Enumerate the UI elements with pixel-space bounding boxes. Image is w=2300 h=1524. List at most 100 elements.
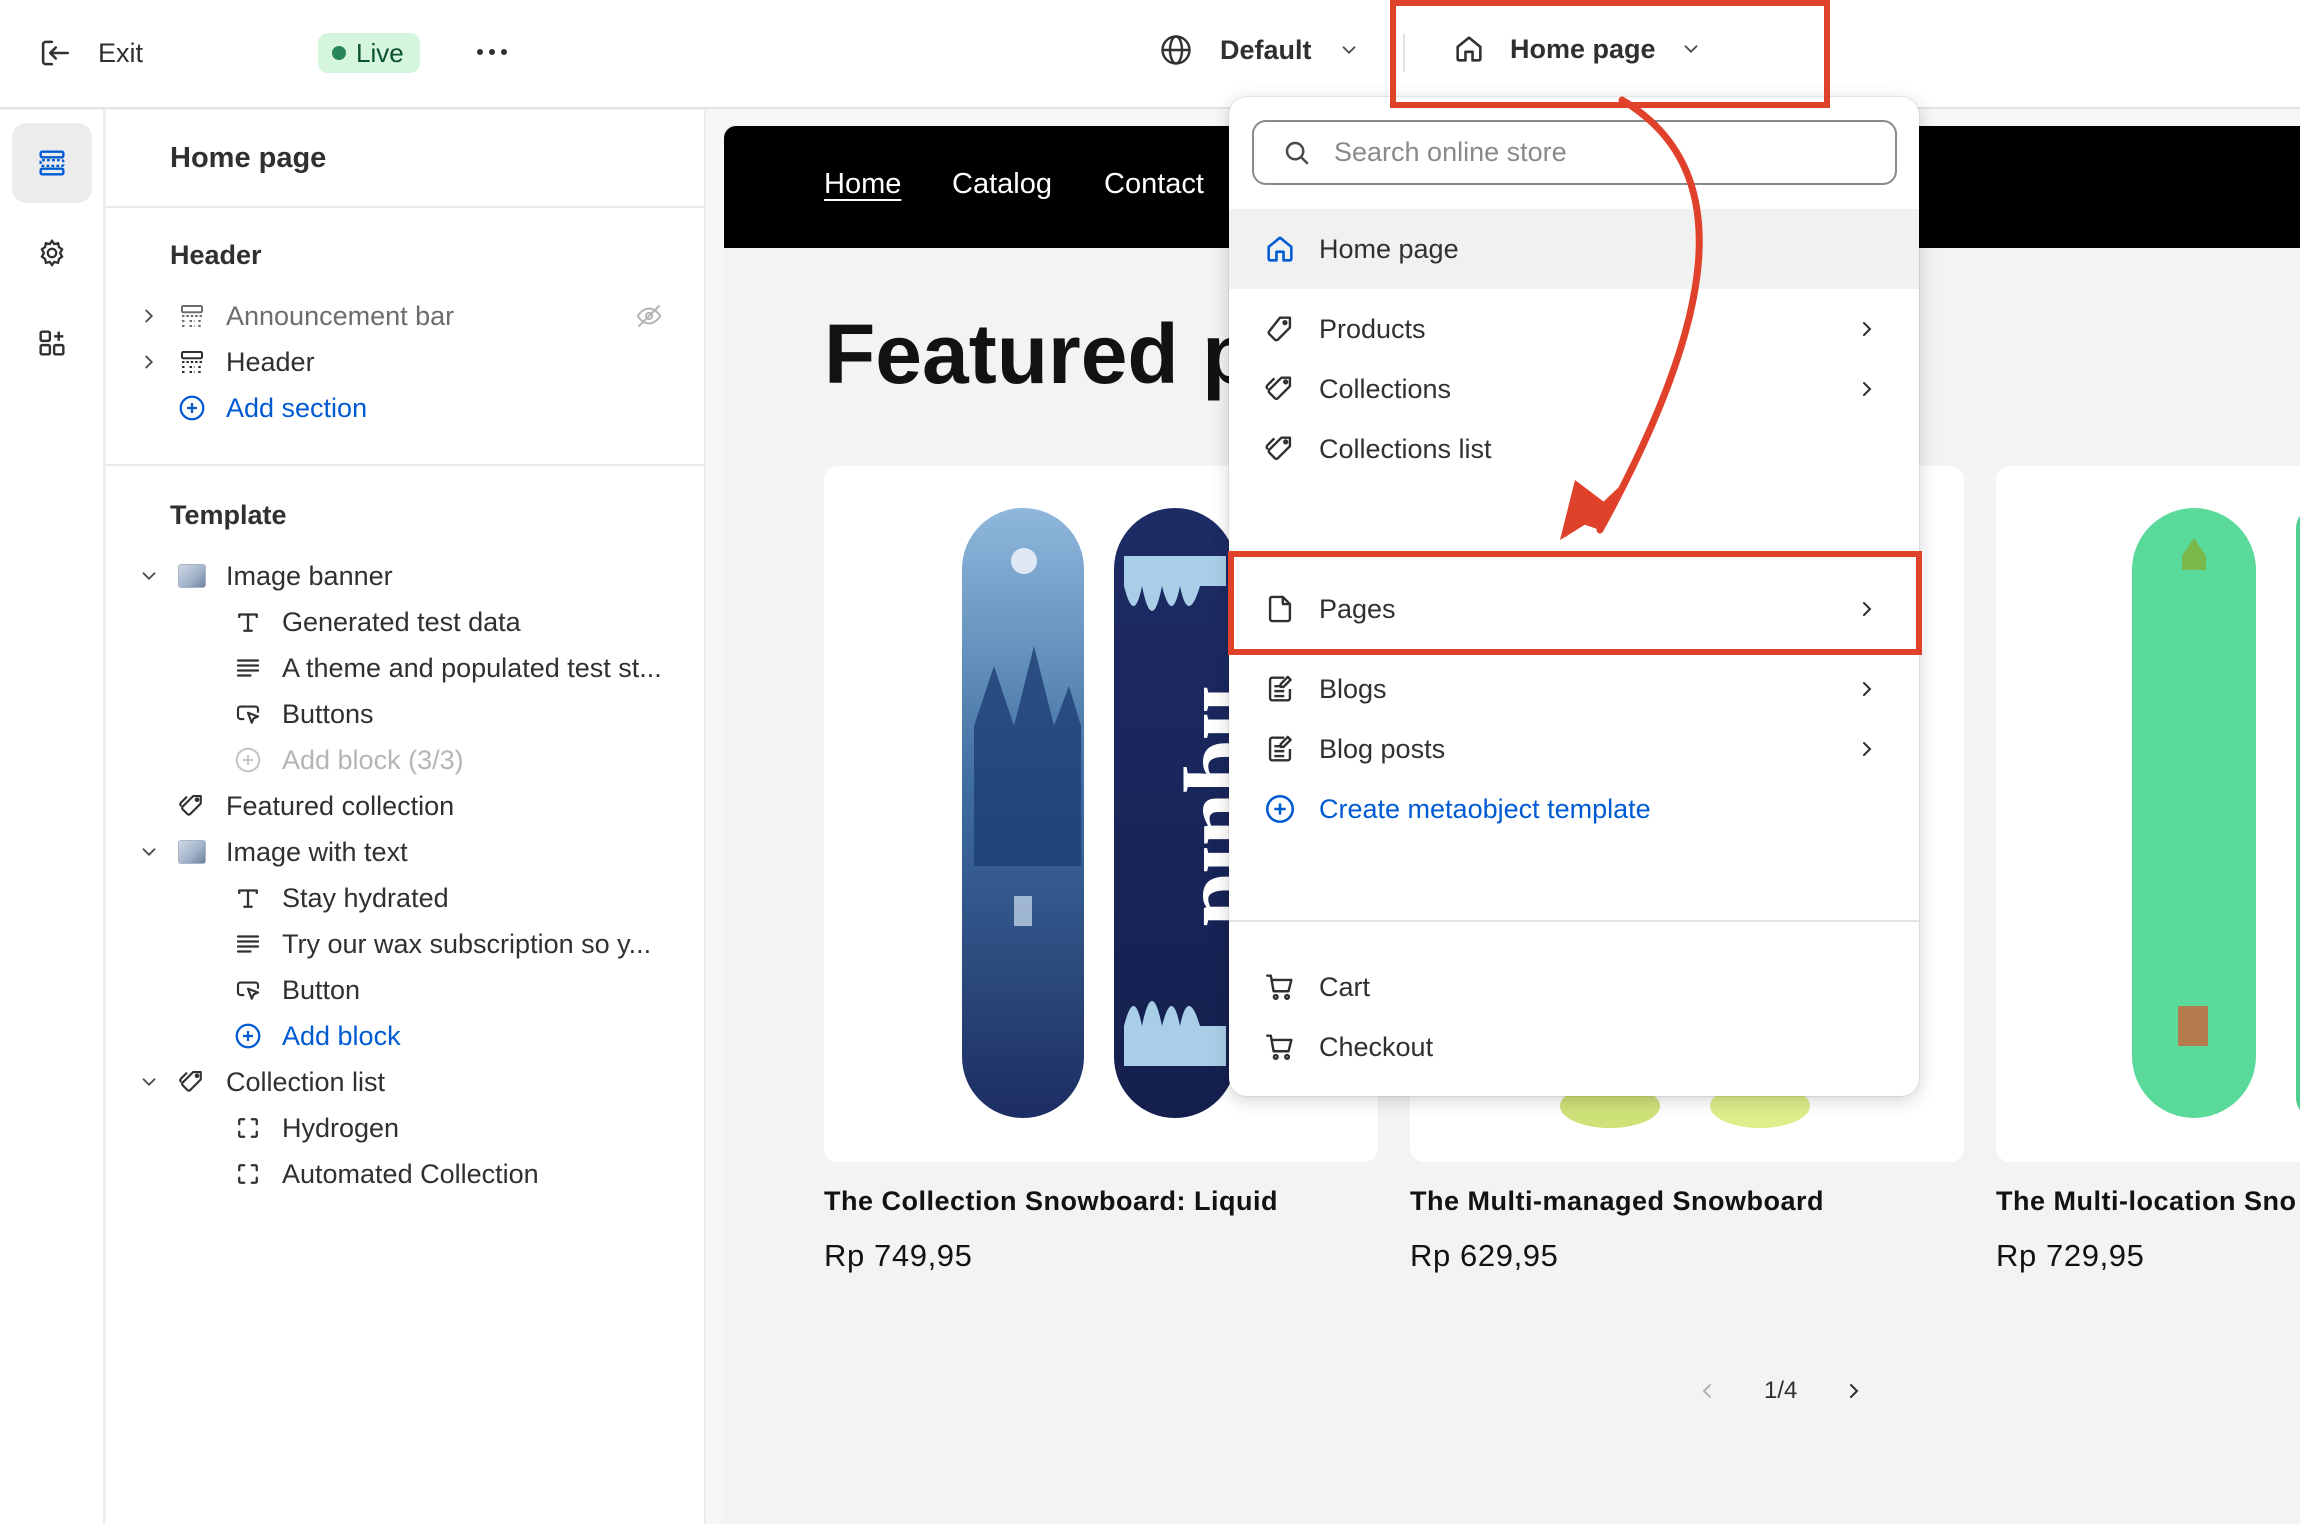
search-field[interactable] bbox=[1252, 120, 1897, 185]
rail-apps-button[interactable] bbox=[12, 303, 92, 383]
ellipsis-icon bbox=[477, 49, 507, 55]
tags-icon bbox=[176, 790, 208, 822]
block-label: Buttons bbox=[282, 698, 374, 729]
cart-icon bbox=[1266, 1034, 1293, 1060]
rail-sections-button[interactable] bbox=[12, 123, 92, 203]
block-label: Try our wax subscription so y... bbox=[282, 928, 652, 959]
add-section-button[interactable]: Add section bbox=[106, 376, 704, 440]
nav-link-catalog[interactable]: Catalog bbox=[952, 168, 1052, 201]
blog-icon bbox=[1268, 675, 1292, 702]
menu-item-create-metaobject-template[interactable]: Create metaobject template bbox=[1229, 769, 1919, 849]
product-name[interactable]: The Multi-location Sno bbox=[1996, 1186, 2296, 1217]
section-label: Collection list bbox=[226, 1066, 386, 1097]
chevron-right-icon bbox=[145, 355, 154, 369]
menu-divider bbox=[1229, 920, 1919, 922]
blog-icon bbox=[1268, 735, 1292, 762]
tags-icon bbox=[1265, 436, 1292, 460]
block-collection[interactable]: Automated Collection bbox=[106, 1142, 704, 1206]
featured-title: Featured p bbox=[824, 307, 1254, 401]
paragraph-icon bbox=[232, 652, 264, 684]
exit-button[interactable]: Exit bbox=[36, 34, 143, 72]
snowboard-image bbox=[2132, 508, 2300, 1118]
menu-item-label: Collections list bbox=[1319, 433, 1492, 464]
menu-item-home-page[interactable]: Home page bbox=[1229, 209, 1919, 289]
template-group-label: Template bbox=[170, 500, 287, 530]
live-dot-icon bbox=[332, 46, 346, 60]
menu-item-label: Checkout bbox=[1319, 1031, 1434, 1062]
language-select[interactable]: Default bbox=[1158, 32, 1360, 68]
chevron-right-icon bbox=[1863, 382, 1872, 396]
sections-icon bbox=[39, 150, 65, 176]
product-card-image[interactable] bbox=[1996, 466, 2300, 1162]
globe-icon bbox=[1161, 35, 1191, 65]
live-badge-label: Live bbox=[356, 37, 404, 68]
more-actions-button[interactable] bbox=[470, 30, 514, 74]
product-name[interactable]: The Collection Snowboard: Liquid bbox=[824, 1186, 1278, 1217]
menu-item-label: Blogs bbox=[1319, 673, 1387, 704]
chevron-down-icon bbox=[142, 572, 156, 581]
sections-sidebar: Home page Header Announcement bar Header… bbox=[106, 110, 706, 1524]
live-status-badge: Live bbox=[318, 33, 420, 73]
paragraph-icon bbox=[232, 928, 264, 960]
header-group-label: Header bbox=[170, 240, 262, 270]
image-icon bbox=[176, 560, 208, 592]
add-block-label: Add block bbox=[282, 1020, 401, 1051]
block-label: A theme and populated test st... bbox=[282, 652, 662, 683]
block-label: Hydrogen bbox=[282, 1112, 400, 1143]
menu-item-label: Collections bbox=[1319, 373, 1452, 404]
search-icon bbox=[1285, 141, 1309, 164]
menu-item-label: Blog posts bbox=[1319, 733, 1446, 764]
image-icon bbox=[176, 836, 208, 868]
menu-item-collections-list[interactable]: Collections list bbox=[1229, 409, 1919, 489]
button-cursor-icon bbox=[232, 698, 264, 730]
chevron-right-icon bbox=[1863, 682, 1872, 696]
sidebar-divider bbox=[106, 206, 704, 208]
block-label: Generated test data bbox=[282, 606, 521, 637]
add-section-label: Add section bbox=[226, 392, 368, 423]
annotation-highlight-box bbox=[1228, 551, 1922, 655]
eye-hidden-icon[interactable] bbox=[634, 301, 664, 331]
home-icon bbox=[1267, 236, 1293, 262]
chevron-right-icon bbox=[1863, 742, 1872, 756]
nav-link-contact[interactable]: Contact bbox=[1104, 168, 1204, 201]
sidebar-title: Home page bbox=[170, 142, 327, 174]
chevron-down-icon bbox=[1342, 46, 1355, 55]
text-icon bbox=[232, 606, 264, 638]
product-price: Rp 729,95 bbox=[1996, 1238, 2145, 1273]
add-block-label: Add block (3/3) bbox=[282, 744, 464, 775]
plus-circle-icon bbox=[232, 1020, 264, 1052]
section-layout-icon bbox=[176, 300, 208, 332]
exit-icon bbox=[41, 40, 69, 66]
chevron-right-icon bbox=[1850, 1384, 1859, 1398]
next-page-button[interactable] bbox=[1839, 1376, 1869, 1406]
section-label: Image with text bbox=[226, 836, 408, 867]
chevron-right-icon bbox=[1863, 322, 1872, 336]
section-label: Announcement bar bbox=[226, 300, 455, 331]
menu-item-checkout[interactable]: Checkout bbox=[1229, 1007, 1919, 1087]
sidebar-divider bbox=[106, 464, 704, 466]
product-name[interactable]: The Multi-managed Snowboard bbox=[1410, 1186, 1824, 1217]
menu-item-label: Products bbox=[1319, 313, 1426, 344]
section-label: Image banner bbox=[226, 560, 393, 591]
exit-label: Exit bbox=[98, 37, 144, 68]
block-label: Automated Collection bbox=[282, 1158, 539, 1189]
pager-count: 1/4 bbox=[1764, 1377, 1798, 1404]
top-bar: Exit Live Default Home page bbox=[0, 0, 2300, 109]
frame-icon bbox=[232, 1158, 264, 1190]
previous-page-button[interactable] bbox=[1692, 1376, 1722, 1406]
rail-settings-button[interactable] bbox=[12, 213, 92, 293]
nav-link-home[interactable]: Home bbox=[824, 168, 901, 201]
text-icon bbox=[232, 882, 264, 914]
annotation-highlight-box bbox=[1390, 0, 1830, 108]
block-label: Button bbox=[282, 974, 361, 1005]
chevron-right-icon bbox=[145, 309, 154, 323]
search-input[interactable] bbox=[1334, 137, 1874, 168]
tags-icon bbox=[176, 1066, 208, 1098]
menu-item-label: Home page bbox=[1319, 233, 1459, 264]
section-layout-icon bbox=[176, 346, 208, 378]
plus-circle-icon bbox=[232, 744, 264, 776]
chevron-left-icon bbox=[1702, 1384, 1711, 1398]
left-rail bbox=[0, 110, 105, 1524]
carousel-pager: 1/4 bbox=[1692, 1376, 1869, 1406]
tags-icon bbox=[1265, 376, 1292, 400]
